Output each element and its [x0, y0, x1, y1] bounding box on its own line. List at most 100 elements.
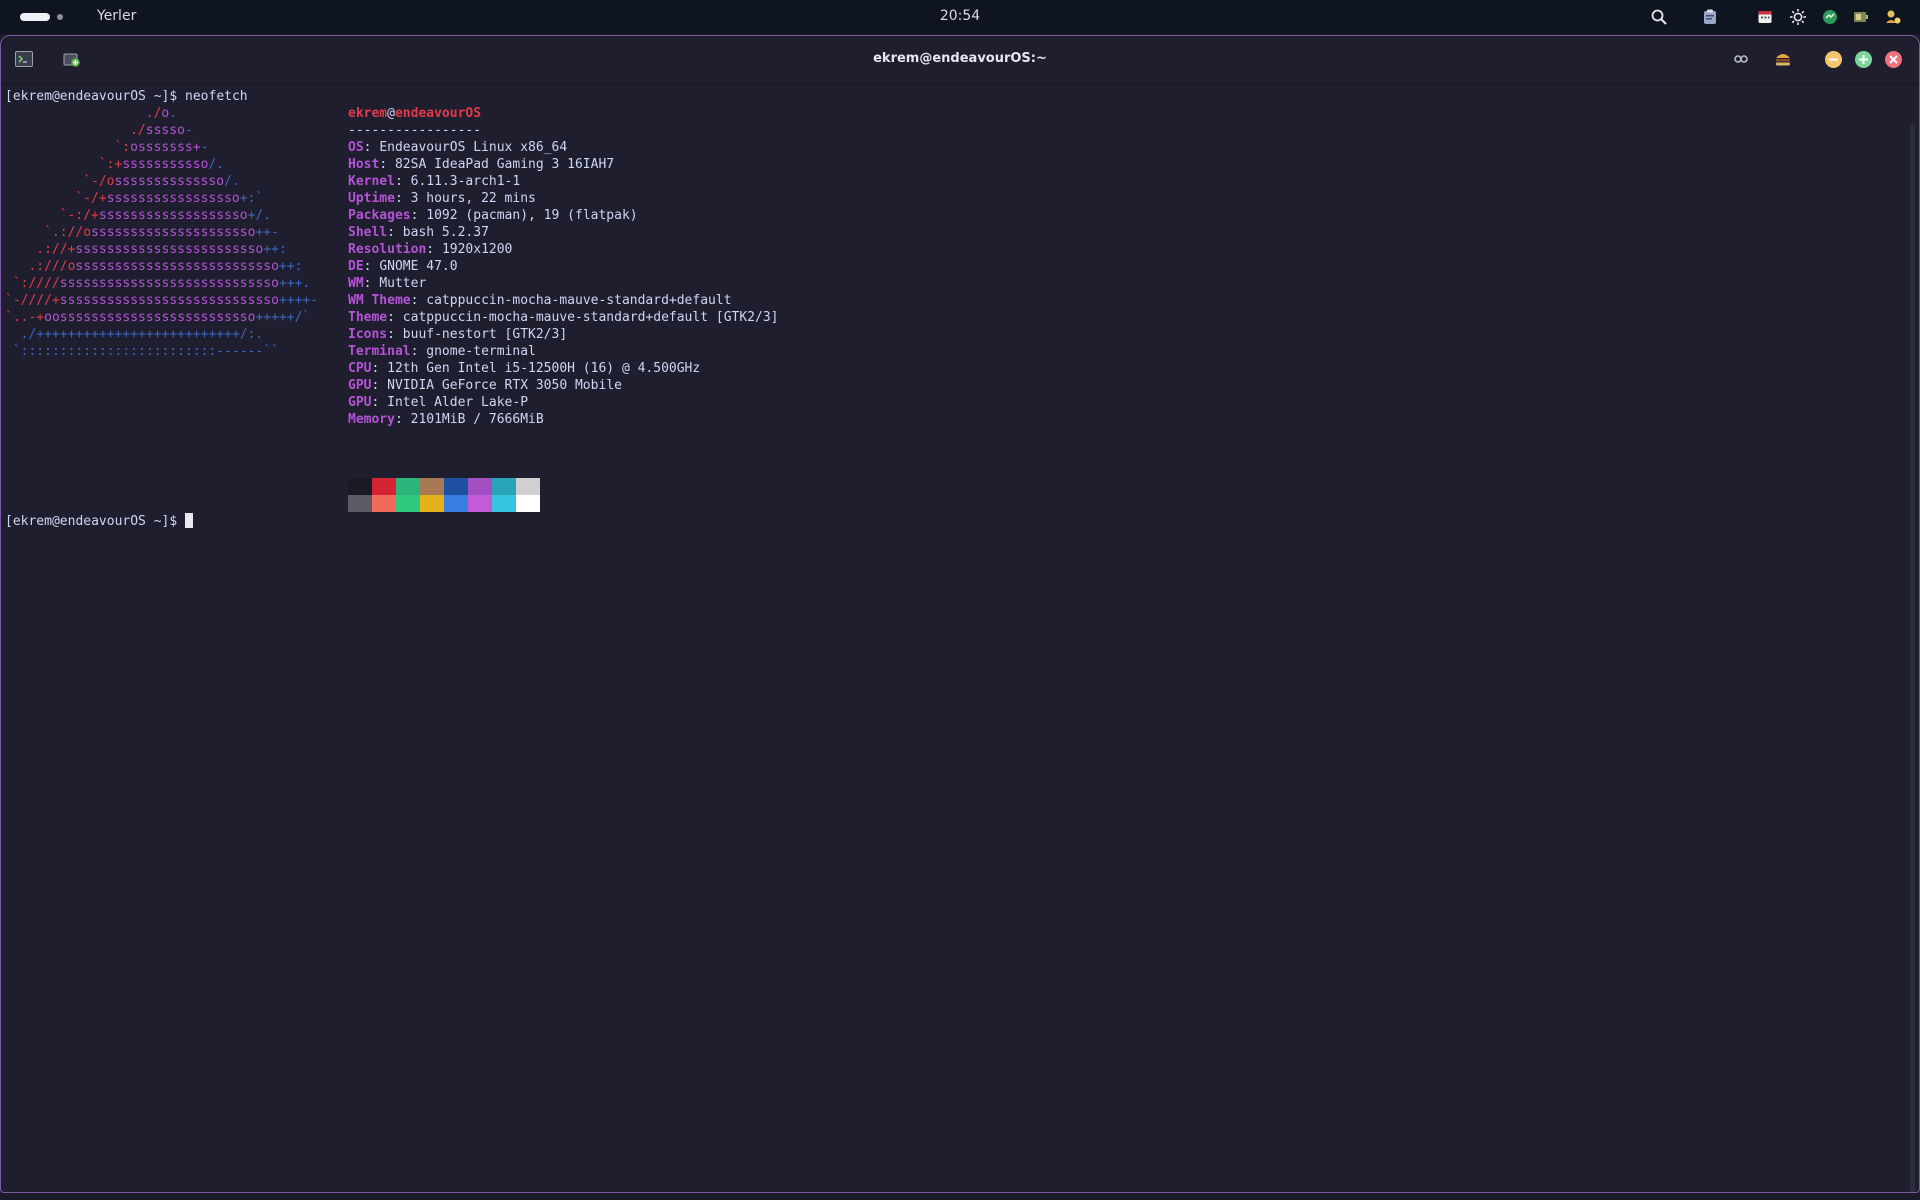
at-sign: @ — [387, 106, 395, 121]
logo-segment: `..-+ — [5, 310, 45, 325]
logo-segment: ./ — [130, 123, 146, 138]
info-label: Memory — [348, 412, 395, 427]
logo-segment: `: — [114, 140, 131, 155]
info-value: gnome-terminal — [426, 344, 536, 359]
color-swatch — [516, 478, 540, 495]
logo-segment: .:///o — [28, 259, 76, 274]
separator: ----------------- — [348, 123, 482, 138]
close-button[interactable] — [1885, 51, 1902, 68]
maximize-button[interactable] — [1855, 51, 1872, 68]
info-row: Terminal: gnome-terminal — [348, 343, 536, 360]
logo-segment: +:` — [239, 191, 264, 206]
color-swatch — [516, 495, 540, 512]
info-row: Packages: 1092 (pacman), 19 (flatpak) — [348, 207, 638, 224]
info-row: Kernel: 6.11.3-arch1-1 — [348, 173, 520, 190]
terminal-headerbar: ekrem@endeavourOS:~ — [1, 36, 1919, 84]
info-value: 3 hours, 22 mins — [410, 191, 536, 206]
logo-segment: ++: — [263, 242, 287, 257]
info-row: Shell: bash 5.2.37 — [348, 224, 489, 241]
clipboard-icon[interactable] — [1700, 7, 1720, 27]
info-value: 12th Gen Intel i5-12500H (16) @ 4.500GHz — [387, 361, 701, 376]
workspace-indicator[interactable] — [57, 14, 63, 20]
maximize-icon — [1859, 55, 1868, 64]
logo-segment: sssssssssso — [122, 157, 209, 172]
info-label: Theme — [348, 310, 388, 325]
info-label: Packages — [348, 208, 411, 223]
logo-segment: ssssssssssssssssssssssso — [75, 242, 264, 257]
logo-segment: ./++++++++++++++++++++++++++/:. — [20, 327, 264, 342]
info-colon: : — [426, 242, 442, 257]
info-label: Uptime — [348, 191, 395, 206]
color-swatch — [372, 478, 396, 495]
logo-segment: . — [169, 106, 178, 121]
command: neofetch — [185, 89, 248, 104]
battery-icon[interactable] — [1851, 7, 1871, 27]
color-swatch — [444, 495, 468, 512]
logo-line: ./sssso- — [130, 122, 193, 139]
logo-segment: `-:/+ — [59, 208, 99, 223]
logo-line: `:////ssssssssssssssssssssssssssso+++. — [13, 275, 310, 292]
logo-segment: ./ — [145, 106, 162, 121]
info-row: Uptime: 3 hours, 22 mins — [348, 190, 536, 207]
terminal-content[interactable]: [ekrem@endeavourOS ~]$ neofetch ./o. ./ss… — [5, 84, 1919, 1192]
logo-segment: sssso — [145, 123, 185, 138]
username: ekrem — [348, 106, 388, 121]
logo-segment: /. — [224, 174, 240, 189]
logo-line: ./o. — [146, 105, 177, 122]
color-swatch — [492, 495, 516, 512]
logo-segment: +++++/` — [255, 310, 311, 325]
logo-segment: ssssssssssssssssssssssssssso — [59, 276, 279, 291]
user-status-icon[interactable] — [1883, 7, 1903, 27]
info-row: OS: EndeavourOS Linux x86_64 — [348, 139, 567, 156]
new-tab-icon[interactable] — [62, 49, 82, 69]
menu-icon[interactable] — [1773, 49, 1793, 69]
info-value: 6.11.3-arch1-1 — [410, 174, 521, 189]
terminal-icon[interactable] — [14, 49, 34, 69]
extension-icon[interactable] — [1820, 7, 1840, 27]
workspace-indicator-active[interactable] — [20, 13, 50, 21]
logo-segment: osssssss+ — [130, 140, 201, 155]
search-icon[interactable] — [1649, 7, 1669, 27]
info-value: buuf-nestort [GTK2/3] — [402, 327, 568, 342]
info-colon: : — [394, 412, 411, 427]
info-colon: : — [363, 140, 380, 155]
top-bar: Yerler 20:54 — [0, 0, 1920, 34]
info-label: GPU — [348, 395, 372, 410]
scrollbar[interactable] — [1910, 124, 1915, 1192]
logo-line: `-/+sssssssssssssssso+:` — [75, 190, 263, 207]
info-value: 2101MiB / 7666MiB — [410, 412, 544, 427]
info-value: GNOME 47.0 — [379, 259, 458, 274]
info-row: Resolution: 1920x1200 — [348, 241, 512, 258]
logo-line: .://+ssssssssssssssssssssssso++: — [36, 241, 286, 258]
info-label: WM Theme — [348, 293, 411, 308]
info-value: 82SA IdeaPad Gaming 3 16IAH7 — [394, 157, 615, 172]
info-value: Intel Alder Lake-P — [387, 395, 529, 410]
places-menu[interactable]: Yerler — [97, 8, 136, 24]
search-icon[interactable] — [1731, 49, 1751, 69]
info-colon: : — [387, 327, 403, 342]
info-colon: : — [379, 157, 395, 172]
minimize-button[interactable] — [1825, 51, 1842, 68]
info-colon: : — [371, 361, 388, 376]
calendar-icon[interactable] — [1755, 7, 1775, 27]
info-label: Icons — [348, 327, 388, 342]
clock[interactable]: 20:54 — [940, 8, 980, 24]
info-colon: : — [410, 208, 427, 223]
info-value: bash 5.2.37 — [402, 225, 489, 240]
logo-segment: ++++- — [278, 293, 319, 308]
brightness-icon[interactable] — [1788, 7, 1808, 27]
color-swatch — [492, 478, 516, 495]
info-label: CPU — [348, 361, 372, 376]
info-value: NVIDIA GeForce RTX 3050 Mobile — [387, 378, 622, 393]
logo-segment: ssssssssssssssssssssssssssso — [59, 293, 279, 308]
logo-segment: sssssssssssssssssso — [98, 208, 248, 223]
logo-line: `-/ossssssssssssso/. — [83, 173, 240, 190]
logo-segment: `-/+ — [75, 191, 107, 206]
info-value: EndeavourOS Linux x86_64 — [379, 140, 568, 155]
info-row: Theme: catppuccin-mocha-mauve-standard+d… — [348, 309, 778, 326]
info-colon: : — [363, 259, 380, 274]
color-swatch — [396, 478, 420, 495]
text-cursor — [185, 513, 194, 528]
command-line: [ekrem@endeavourOS ~]$ neofetch — [5, 88, 248, 105]
info-colon: : — [394, 174, 411, 189]
